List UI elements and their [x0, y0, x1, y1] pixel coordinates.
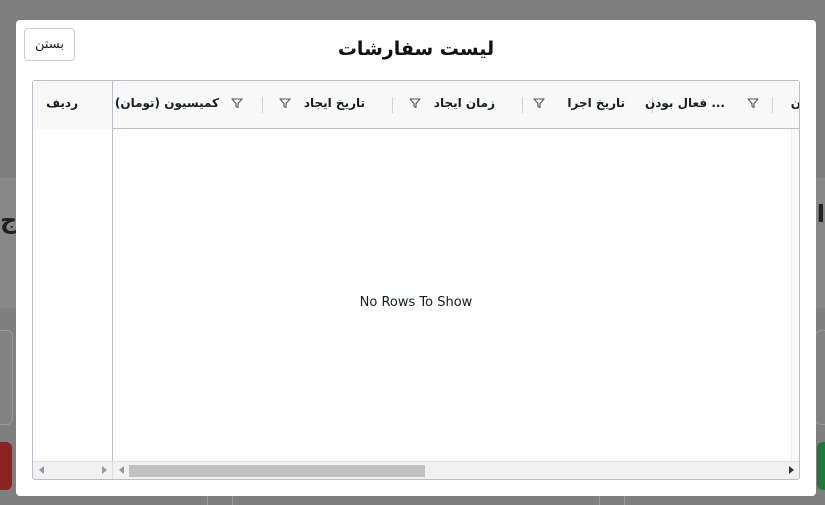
column-header-label: تاریخ اجرا — [567, 96, 625, 110]
column-header-created-date[interactable]: تاریخ ایجاد — [263, 81, 393, 129]
arrow-right-icon[interactable] — [789, 466, 794, 474]
empty-message: No Rows To Show — [359, 295, 473, 310]
column-header-label: ردیف — [46, 96, 78, 110]
background-card-right — [815, 330, 825, 425]
orders-modal: بستن لیست سفارشات ردیف کمیسیون (تومان) ت… — [16, 20, 816, 496]
arrow-left-icon[interactable] — [119, 466, 124, 474]
column-header-partial[interactable]: ن — [773, 81, 800, 129]
orders-grid: ردیف کمیسیون (تومان) تاریخ ایجاد زمان ای… — [32, 80, 800, 480]
pinned-scroll-area[interactable] — [33, 462, 113, 479]
column-header-row-number[interactable]: ردیف — [33, 81, 113, 129]
filter-icon[interactable] — [533, 97, 545, 109]
background-danger-button — [0, 442, 12, 490]
arrow-left-icon[interactable] — [39, 466, 44, 474]
background-card-left — [0, 330, 13, 425]
column-header-commission[interactable]: کمیسیون (تومان) — [113, 81, 263, 129]
column-header-label: کمیسیون (تومان) — [114, 96, 219, 110]
filter-icon[interactable] — [747, 97, 759, 109]
modal-title: لیست سفارشات — [337, 38, 495, 60]
filter-icon[interactable] — [279, 97, 291, 109]
column-header-label: زمان ایجاد — [433, 96, 495, 110]
column-header-active[interactable]: ... فعال بودن — [645, 81, 773, 129]
grid-header: ردیف کمیسیون (تومان) تاریخ ایجاد زمان ای… — [33, 81, 799, 129]
column-header-label: ن — [790, 96, 800, 110]
column-header-label: تاریخ ایجاد — [303, 96, 365, 110]
background-heading-left: ج — [0, 206, 18, 234]
column-header-label: ... فعال بودن — [644, 96, 725, 110]
filter-icon[interactable] — [231, 97, 243, 109]
column-header-execution-date[interactable]: تاریخ اجرا — [523, 81, 653, 129]
background-success-button — [817, 442, 825, 490]
arrow-right-icon[interactable] — [102, 466, 107, 474]
horizontal-scrollbar[interactable] — [33, 461, 799, 479]
filter-icon[interactable] — [409, 97, 421, 109]
column-header-created-time[interactable]: زمان ایجاد — [393, 81, 523, 129]
scroll-thumb[interactable] — [129, 465, 425, 477]
vertical-scrollbar[interactable] — [791, 129, 799, 461]
